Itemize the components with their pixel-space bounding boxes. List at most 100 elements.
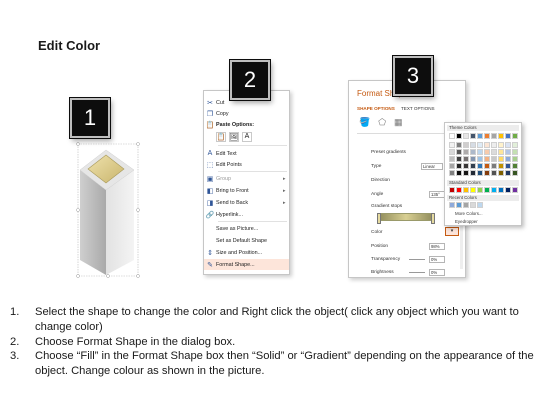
recent-color-swatch[interactable] (477, 202, 483, 208)
theme-color-swatch[interactable] (505, 133, 511, 139)
theme-shade-swatch[interactable] (484, 163, 490, 169)
theme-shade-swatch[interactable] (491, 170, 497, 176)
theme-shade-swatch[interactable] (484, 142, 490, 148)
menu-item-edit-text[interactable]: A Edit Text (204, 148, 289, 159)
theme-color-swatch[interactable] (484, 133, 490, 139)
more-colors-option[interactable]: More Colors... (455, 211, 483, 216)
theme-shade-swatch[interactable] (498, 142, 504, 148)
theme-color-swatch[interactable] (463, 133, 469, 139)
theme-shade-swatch[interactable] (477, 149, 483, 155)
theme-color-swatch[interactable] (498, 133, 504, 139)
theme-shade-swatch[interactable] (463, 163, 469, 169)
theme-shade-swatch[interactable] (477, 163, 483, 169)
color-picker-button[interactable]: ▾ (445, 227, 459, 236)
eyedropper-option[interactable]: Eyedropper (455, 219, 478, 224)
theme-color-swatch[interactable] (456, 133, 462, 139)
recent-color-swatch[interactable] (470, 202, 476, 208)
theme-shade-swatch[interactable] (505, 142, 511, 148)
tab-shape-options[interactable]: SHAPE OPTIONS (357, 106, 395, 111)
theme-shade-swatch[interactable] (449, 149, 455, 155)
theme-shade-swatch[interactable] (498, 170, 504, 176)
theme-shade-swatch[interactable] (512, 163, 518, 169)
standard-color-swatch[interactable] (477, 187, 483, 193)
theme-shade-swatch[interactable] (498, 149, 504, 155)
theme-color-swatch[interactable] (477, 133, 483, 139)
standard-color-swatch[interactable] (491, 187, 497, 193)
transparency-slider[interactable] (409, 259, 425, 260)
theme-shade-swatch[interactable] (470, 149, 476, 155)
menu-item-hyperlink[interactable]: 🔗 Hyperlink... (204, 209, 289, 220)
theme-shade-swatch[interactable] (484, 156, 490, 162)
paste-text-icon[interactable]: A (242, 131, 252, 142)
theme-color-swatch[interactable] (470, 133, 476, 139)
tab-text-options[interactable]: TEXT OPTIONS (401, 106, 435, 111)
paste-keep-source-icon[interactable]: 📋 (216, 131, 226, 142)
theme-shade-swatch[interactable] (463, 149, 469, 155)
theme-color-swatch[interactable] (449, 133, 455, 139)
theme-shade-swatch[interactable] (470, 170, 476, 176)
theme-shade-swatch[interactable] (498, 163, 504, 169)
transparency-input[interactable]: 0% (429, 256, 445, 263)
gradient-stop-handle[interactable] (431, 213, 435, 224)
standard-color-swatch[interactable] (470, 187, 476, 193)
recent-color-swatch[interactable] (463, 202, 469, 208)
theme-shade-swatch[interactable] (512, 156, 518, 162)
theme-shade-swatch[interactable] (463, 156, 469, 162)
theme-shade-swatch[interactable] (463, 170, 469, 176)
theme-shade-swatch[interactable] (477, 142, 483, 148)
standard-color-swatch[interactable] (484, 187, 490, 193)
brightness-input[interactable]: 0% (429, 269, 445, 276)
recent-color-swatch[interactable] (449, 202, 455, 208)
fill-line-icon[interactable]: 🪣 (359, 117, 370, 128)
theme-shade-swatch[interactable] (477, 156, 483, 162)
theme-shade-swatch[interactable] (512, 149, 518, 155)
menu-item-copy[interactable]: ❐ Copy (204, 108, 289, 119)
theme-shade-swatch[interactable] (463, 142, 469, 148)
theme-color-swatch[interactable] (512, 133, 518, 139)
standard-color-swatch[interactable] (463, 187, 469, 193)
theme-shade-swatch[interactable] (505, 156, 511, 162)
menu-item-set-default-shape[interactable]: Set as Default Shape (204, 235, 289, 246)
theme-shade-swatch[interactable] (470, 142, 476, 148)
brightness-slider[interactable] (409, 272, 425, 273)
angle-input[interactable]: 135° (429, 191, 445, 198)
theme-shade-swatch[interactable] (470, 156, 476, 162)
menu-item-save-as-picture[interactable]: Save as Picture... (204, 223, 289, 234)
menu-item-size-and-position[interactable]: ⇕ Size and Position... (204, 247, 289, 258)
recent-color-swatch[interactable] (456, 202, 462, 208)
theme-shade-swatch[interactable] (505, 149, 511, 155)
theme-shade-swatch[interactable] (470, 163, 476, 169)
theme-shade-swatch[interactable] (484, 149, 490, 155)
menu-item-edit-points[interactable]: ⬚ Edit Points (204, 159, 289, 170)
theme-color-swatch[interactable] (491, 133, 497, 139)
theme-shade-swatch[interactable] (456, 142, 462, 148)
theme-shade-swatch[interactable] (491, 163, 497, 169)
menu-item-send-to-back[interactable]: ◨ Send to Back ▸ (204, 197, 289, 208)
theme-shade-swatch[interactable] (491, 149, 497, 155)
standard-color-swatch[interactable] (512, 187, 518, 193)
theme-shade-swatch[interactable] (512, 170, 518, 176)
size-properties-icon[interactable]: ▦ (394, 117, 403, 128)
standard-color-swatch[interactable] (505, 187, 511, 193)
type-select[interactable]: Linear (421, 163, 443, 170)
theme-shade-swatch[interactable] (456, 163, 462, 169)
theme-shade-swatch[interactable] (456, 156, 462, 162)
theme-shade-swatch[interactable] (498, 156, 504, 162)
paste-picture-icon[interactable]: 🖼 (229, 131, 239, 142)
theme-shade-swatch[interactable] (491, 142, 497, 148)
theme-shade-swatch[interactable] (449, 163, 455, 169)
theme-shade-swatch[interactable] (512, 142, 518, 148)
theme-shade-swatch[interactable] (505, 163, 511, 169)
theme-shade-swatch[interactable] (491, 156, 497, 162)
standard-color-swatch[interactable] (456, 187, 462, 193)
theme-shade-swatch[interactable] (456, 149, 462, 155)
menu-item-group[interactable]: ▣ Group ▸ (204, 173, 289, 184)
gradient-stops-bar[interactable] (377, 213, 435, 221)
standard-color-swatch[interactable] (449, 187, 455, 193)
menu-item-format-shape[interactable]: ✎ Format Shape... (204, 259, 289, 270)
theme-shade-swatch[interactable] (456, 170, 462, 176)
position-input[interactable]: 98% (429, 243, 445, 250)
theme-shade-swatch[interactable] (477, 170, 483, 176)
theme-shade-swatch[interactable] (449, 170, 455, 176)
theme-shade-swatch[interactable] (449, 142, 455, 148)
